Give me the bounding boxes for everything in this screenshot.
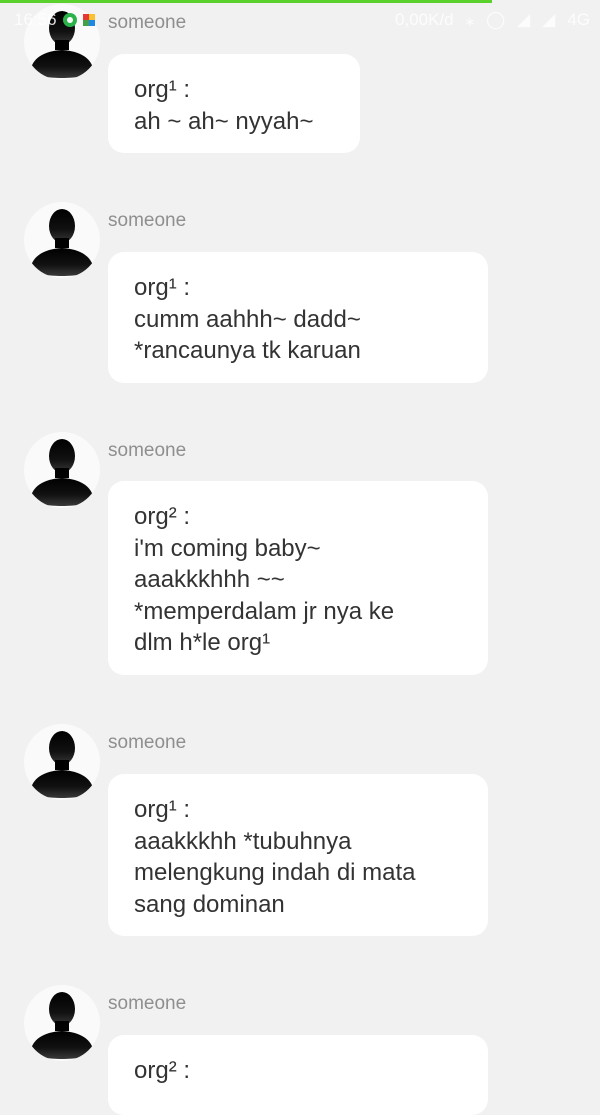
message-text-line: org¹ : xyxy=(134,796,191,823)
message-text-line: org¹ : xyxy=(134,274,191,301)
sender-name: someone xyxy=(108,732,187,753)
message-bubble[interactable]: org² : i'm coming baby~ aaakkkhhh ~~ *mempe… xyxy=(108,481,488,675)
message-bubble[interactable]: org¹ : cumm aahhh~ dadd~ *rancaunya tk kar… xyxy=(108,252,488,383)
message-text-line: aaakkkhh *tubuhnya xyxy=(134,827,352,855)
sender-name: someone xyxy=(108,993,187,1014)
message-bubble[interactable]: org¹ : ah ~ ah~ nyyah~ xyxy=(108,54,360,153)
message-text-line: *rancaunya tk karuan xyxy=(134,337,361,364)
sender-name: someone xyxy=(108,440,187,461)
avatar[interactable] xyxy=(24,724,100,800)
signal-icon: ◢ xyxy=(542,10,556,29)
avatar[interactable] xyxy=(24,432,100,508)
message-text-line: org² : xyxy=(134,503,191,530)
status-time: 16:56 xyxy=(14,10,57,29)
message-text-line: cumm aahhh~ dadd~ xyxy=(134,305,361,333)
message-bubble[interactable]: org¹ : aaakkkhh *tubuhnya melengkung indah… xyxy=(108,774,488,936)
avatar[interactable] xyxy=(24,202,100,278)
network-type: 4G xyxy=(567,10,590,29)
message-text-line: melengkung indah di mata xyxy=(134,859,416,886)
message-text-line: i'm coming baby~ xyxy=(134,534,321,562)
message-text-line: aaakkkhhh ~~ xyxy=(134,566,285,593)
sender-name: someone xyxy=(108,210,187,231)
message-text-line: *memperdalam jr nya ke xyxy=(134,597,395,625)
status-bar: 16:56 0,00K/d ⁎ ◯ ◢ ◢ 4G xyxy=(0,0,600,40)
puzzle-icon xyxy=(82,14,95,26)
whatsapp-icon xyxy=(62,13,77,27)
message-text-line: dlm h*le org¹ xyxy=(134,629,271,656)
signal-icon: ◢ xyxy=(517,10,531,29)
page-progress-bar xyxy=(0,0,492,3)
alarm-icon: ◯ xyxy=(486,10,506,29)
message-text-line: org² : xyxy=(134,1057,191,1084)
message-text-line: org¹ : xyxy=(134,76,191,103)
message-text-line: sang dominan xyxy=(134,890,285,918)
message-text-line: ah ~ ah~ nyyah~ xyxy=(134,107,314,135)
message-bubble[interactable]: org² : xyxy=(108,1035,488,1115)
bluetooth-icon: ⁎ xyxy=(465,10,475,29)
avatar[interactable] xyxy=(24,985,100,1061)
network-speed: 0,00K/d xyxy=(395,10,454,29)
